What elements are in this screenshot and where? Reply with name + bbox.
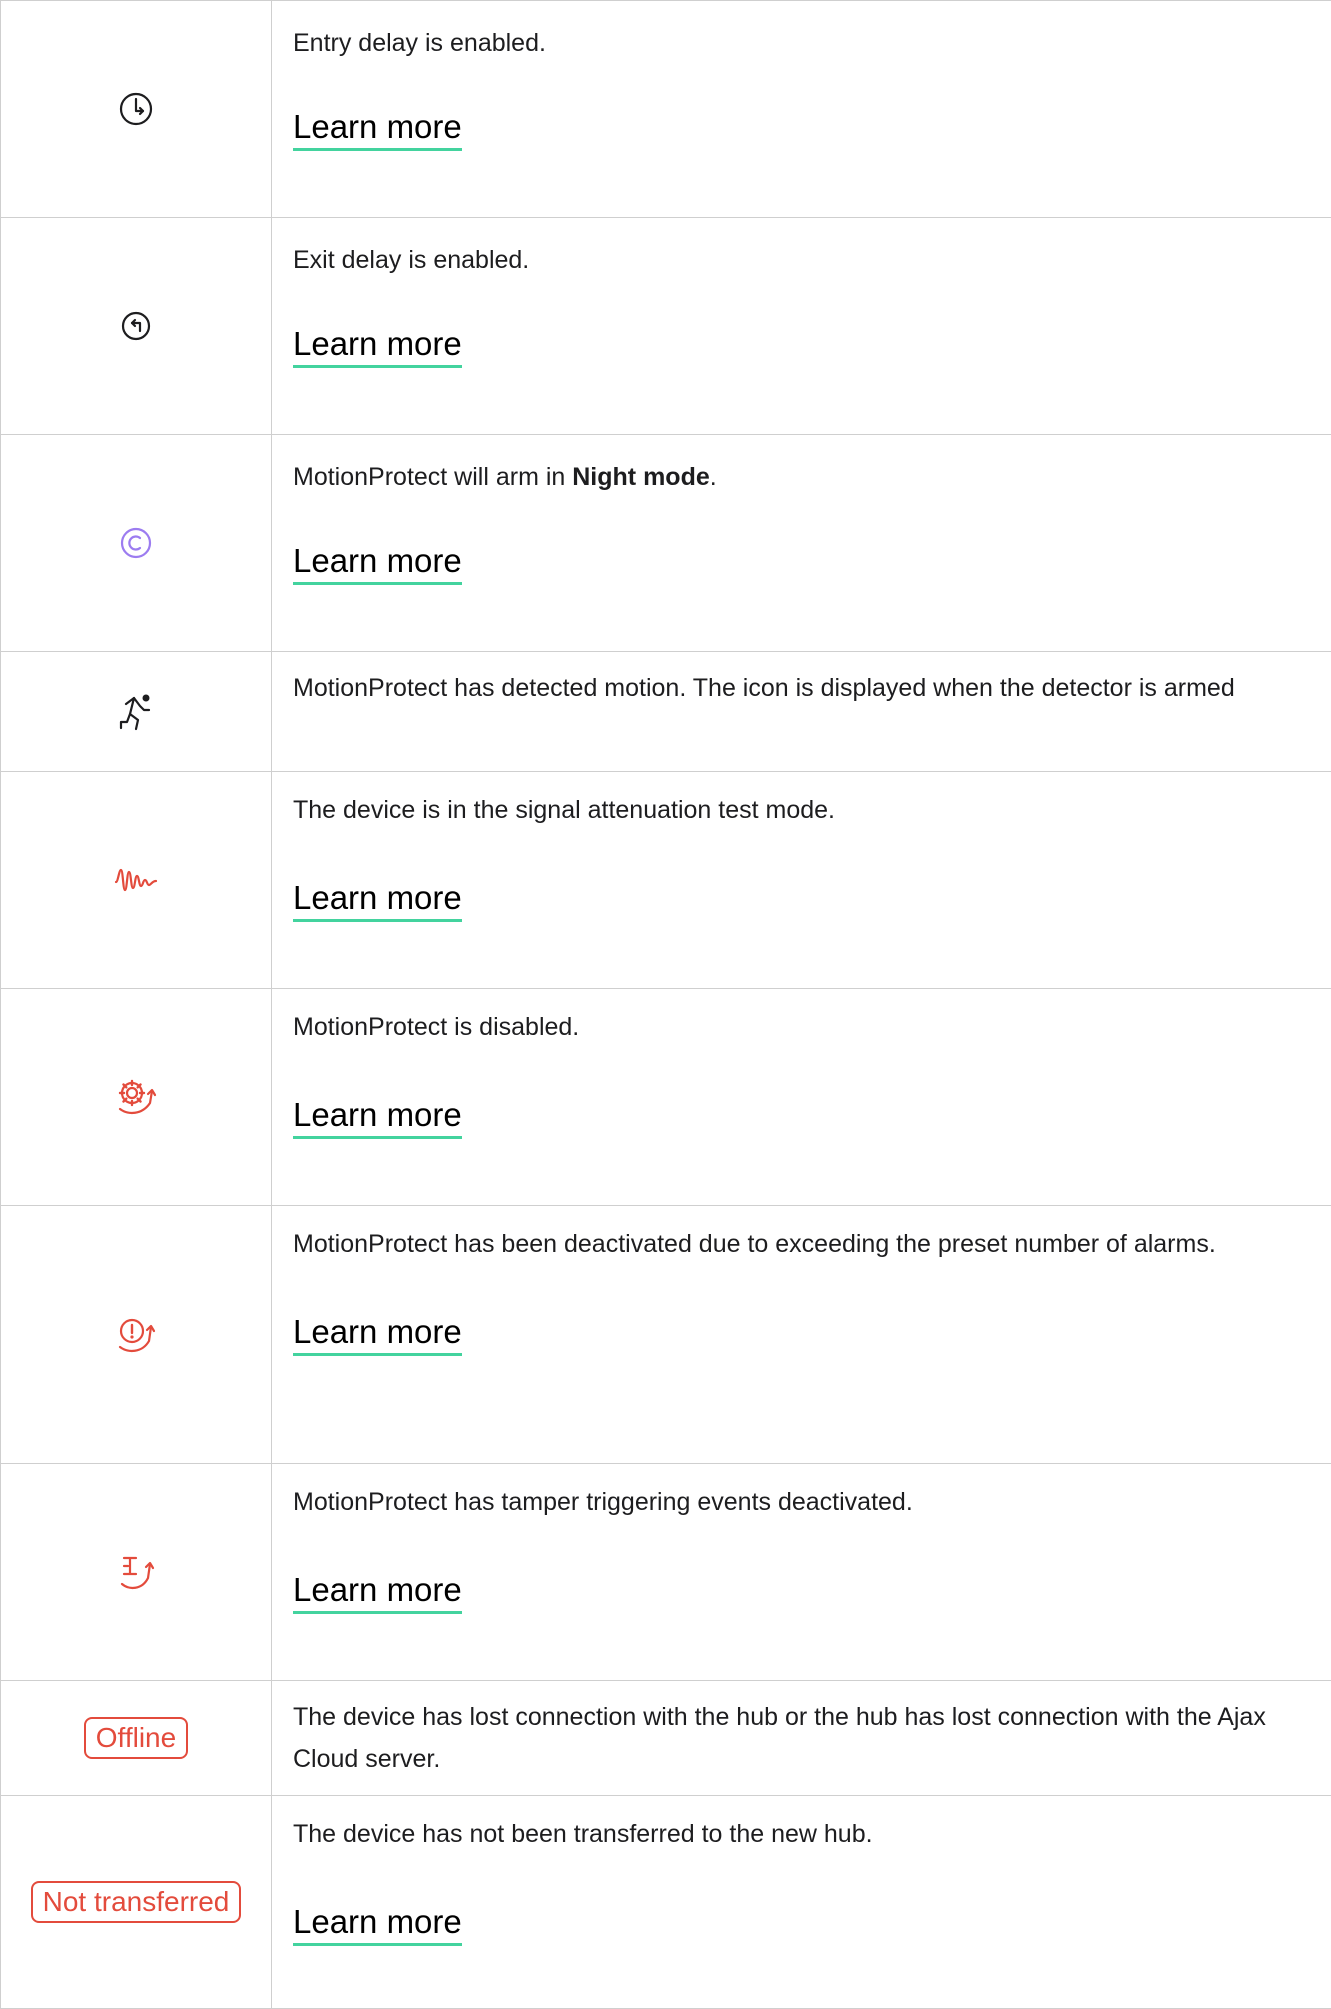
row-description: MotionProtect has been deactivated due t…: [293, 1230, 1216, 1258]
exit-delay-icon: [120, 310, 152, 342]
learn-more-link[interactable]: Learn more: [293, 1095, 462, 1139]
description-cell: MotionProtect has been deactivated due t…: [293, 1206, 1331, 1356]
table-row: Offline The device has lost connection w…: [0, 1681, 1331, 1796]
table-row: Not transferred The device has not been …: [0, 1796, 1331, 2009]
table-row: The device is in the signal attenuation …: [0, 772, 1331, 989]
alarm-limit-deactivated-icon: [115, 1315, 157, 1355]
icon-cell: [0, 1, 272, 217]
description-cell: MotionProtect will arm in Night mode. Le…: [293, 435, 1331, 585]
learn-more-link[interactable]: Learn more: [293, 107, 462, 151]
learn-more-link[interactable]: Learn more: [293, 878, 462, 922]
device-disabled-icon: [114, 1077, 158, 1117]
table-row: MotionProtect has tamper triggering even…: [0, 1464, 1331, 1681]
night-mode-icon: [119, 526, 153, 560]
icon-cell: [0, 1206, 272, 1463]
row-description: The device has lost connection with the …: [293, 1703, 1266, 1773]
night-mode-label: Night mode: [572, 463, 710, 491]
learn-more-link[interactable]: Learn more: [293, 324, 462, 368]
description-cell: The device has lost connection with the …: [293, 1681, 1331, 1780]
tamper-deactivated-icon: [116, 1552, 156, 1592]
learn-more-link[interactable]: Learn more: [293, 541, 462, 585]
description-text: MotionProtect will arm in: [293, 463, 573, 491]
description-cell: Exit delay is enabled. Learn more: [293, 218, 1331, 368]
description-cell: The device has not been transferred to t…: [293, 1796, 1331, 1946]
table-row: Entry delay is enabled. Learn more: [0, 0, 1331, 218]
icon-cell: [0, 989, 272, 1205]
table-row: MotionProtect will arm in Night mode. Le…: [0, 435, 1331, 652]
row-description: Exit delay is enabled.: [293, 246, 530, 274]
table-row: MotionProtect is disabled. Learn more: [0, 989, 1331, 1206]
description-text: .: [709, 463, 717, 491]
description-cell: MotionProtect is disabled. Learn more: [293, 989, 1331, 1139]
description-cell: MotionProtect has detected motion. The i…: [293, 652, 1331, 709]
entry-delay-icon: [118, 91, 154, 127]
icon-cell: [0, 218, 272, 434]
icon-cell: [0, 435, 272, 651]
row-description: The device is in the signal attenuation …: [293, 796, 835, 824]
row-description: Entry delay is enabled.: [293, 29, 546, 57]
row-description: MotionProtect has detected motion. The i…: [293, 674, 1235, 702]
signal-attenuation-icon: [114, 866, 158, 894]
description-cell: MotionProtect has tamper triggering even…: [293, 1464, 1331, 1614]
row-description: MotionProtect is disabled.: [293, 1013, 580, 1041]
table-row: Exit delay is enabled. Learn more: [0, 218, 1331, 435]
row-description: MotionProtect has tamper triggering even…: [293, 1488, 913, 1516]
motion-detected-icon: [118, 692, 154, 732]
offline-badge: Offline: [83, 1717, 189, 1759]
learn-more-link[interactable]: Learn more: [293, 1902, 462, 1946]
description-cell: Entry delay is enabled. Learn more: [293, 1, 1331, 151]
icon-cell: [0, 1464, 272, 1680]
table-row: MotionProtect has detected motion. The i…: [0, 652, 1331, 772]
row-description: The device has not been transferred to t…: [293, 1820, 873, 1848]
icon-cell: Offline: [0, 1681, 272, 1795]
icon-cell: [0, 652, 272, 771]
icon-cell: Not transferred: [0, 1796, 272, 2008]
learn-more-link[interactable]: Learn more: [293, 1570, 462, 1614]
description-cell: The device is in the signal attenuation …: [293, 772, 1331, 922]
table-row: MotionProtect has been deactivated due t…: [0, 1206, 1331, 1464]
not-transferred-badge: Not transferred: [30, 1881, 242, 1923]
learn-more-link[interactable]: Learn more: [293, 1312, 462, 1356]
row-description: MotionProtect will arm in Night mode.: [293, 456, 1331, 498]
icon-cell: [0, 772, 272, 988]
